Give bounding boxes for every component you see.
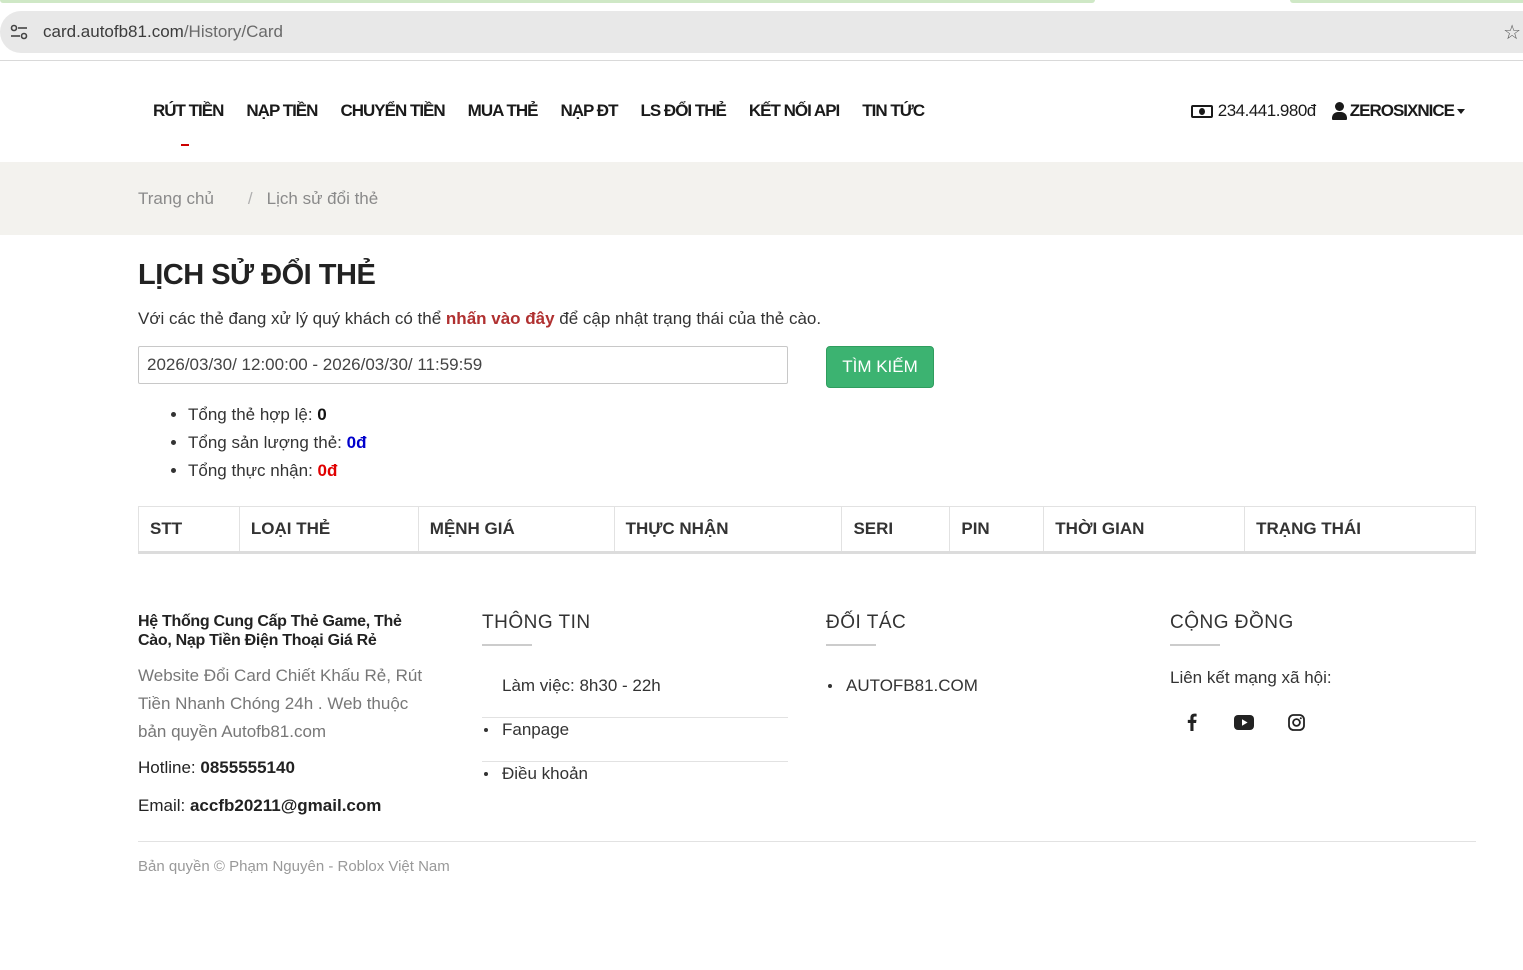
stat-label: Tổng thẻ hợp lệ: <box>188 405 318 424</box>
footer-partner-list: AUTOFB81.COM <box>826 674 1126 696</box>
address-bar[interactable]: card.autofb81.com/History/Card ☆ <box>0 11 1523 53</box>
summary-stats: Tổng thẻ hợp lệ: 0 Tổng sản lượng thẻ: 0… <box>188 405 366 489</box>
search-button[interactable]: TÌM KIẾM <box>826 346 934 388</box>
money-bill-icon <box>1190 104 1213 118</box>
nav-rut-tien[interactable]: RÚT TIỀN <box>153 101 224 121</box>
col-trang-thai[interactable]: TRẠNG THÁI <box>1244 506 1476 554</box>
footer-brand: Hệ Thống Cung Cấp Thẻ Game, Thẻ Cào, Nạp… <box>138 612 438 816</box>
nav-nap-tien[interactable]: NẠP TIỀN <box>246 101 318 121</box>
footer-link-fanpage[interactable]: Fanpage <box>482 718 788 762</box>
stat-label: Tổng thực nhận: <box>188 461 318 480</box>
url-domain: card.autofb81.com <box>43 22 184 41</box>
card-history-table: STT LOẠI THẺ MỆNH GIÁ THỰC NHẬN SERI PIN… <box>138 506 1476 554</box>
stat-net-received: Tổng thực nhận: 0đ <box>188 461 366 489</box>
balance-amount: 234.441.980đ <box>1217 101 1317 120</box>
stat-value: 0 <box>317 405 327 424</box>
email-address[interactable]: accfb20211@gmail.com <box>190 796 381 815</box>
footer-info: THÔNG TIN Làm việc: 8h30 - 22h Fanpage Đ… <box>482 612 788 806</box>
stat-valid-cards: Tổng thẻ hợp lệ: 0 <box>188 405 366 433</box>
breadcrumb-bar: Trang chủ / Lịch sử đổi thẻ <box>0 162 1523 235</box>
footer-info-hours: Làm việc: 8h30 - 22h <box>482 674 788 718</box>
hotline-label: Hotline: <box>138 758 201 777</box>
bookmark-star-icon[interactable]: ☆ <box>1503 20 1521 45</box>
footer-partner-link[interactable]: AUTOFB81.COM <box>826 674 1126 696</box>
youtube-icon[interactable] <box>1230 708 1258 736</box>
footer-link-terms[interactable]: Điều khoản <box>482 762 788 806</box>
breadcrumb: Trang chủ / Lịch sử đổi thẻ <box>138 189 378 209</box>
table-header-row: STT LOẠI THẺ MỆNH GIÁ THỰC NHẬN SERI PIN… <box>138 506 1476 554</box>
refresh-status-link[interactable]: nhấn vào đây <box>446 309 555 328</box>
footer-partner-heading: ĐỐI TÁC <box>826 612 907 633</box>
nav-chuyen-tien[interactable]: CHUYỂN TIỀN <box>340 101 445 121</box>
facebook-icon[interactable] <box>1178 708 1206 736</box>
email-label: Email: <box>138 796 190 815</box>
intro-text-after: để cập nhật trạng thái của thẻ cào. <box>554 309 822 328</box>
col-thuc-nhan[interactable]: THỰC NHẬN <box>613 506 843 554</box>
hotline-number[interactable]: 0855555140 <box>200 758 295 777</box>
breadcrumb-home[interactable]: Trang chủ <box>138 189 214 209</box>
site-settings-icon[interactable] <box>10 24 28 40</box>
social-links <box>1170 708 1476 736</box>
site-navbar: RÚT TIỀN NẠP TIỀN CHUYỂN TIỀN MUA THẺ NẠ… <box>0 61 1523 162</box>
footer-partners: ĐỐI TÁC AUTOFB81.COM <box>826 612 1126 696</box>
url-path: /History/Card <box>183 22 283 41</box>
nav-active-indicator <box>181 144 189 146</box>
intro-text: Với các thẻ đang xử lý quý khách có thể … <box>138 309 821 329</box>
user-icon <box>1331 102 1347 120</box>
nav-ls-doi-the[interactable]: LS ĐỔI THẺ <box>640 101 726 121</box>
stat-label: Tổng sản lượng thẻ: <box>188 433 347 452</box>
tab-indicator <box>1290 0 1523 3</box>
nav-nap-dt[interactable]: NẠP ĐT <box>560 101 618 121</box>
url-text[interactable]: card.autofb81.com/History/Card <box>43 22 283 42</box>
heading-underline <box>826 644 876 646</box>
nav-account-area: 234.441.980đ ZEROSIXNICE <box>1190 101 1465 121</box>
col-menh-gia[interactable]: MỆNH GIÁ <box>417 506 615 554</box>
footer-hotline: Hotline: 0855555140 <box>138 758 438 778</box>
stat-card-volume: Tổng sản lượng thẻ: 0đ <box>188 433 366 461</box>
footer-brand-name: Hệ Thống Cung Cấp Thẻ Game, Thẻ Cào, Nạp… <box>138 613 402 649</box>
social-label: Liên kết mạng xã hội: <box>1170 668 1332 687</box>
footer-community-heading: CỘNG ĐỒNG <box>1170 612 1294 633</box>
stat-value: 0đ <box>346 433 367 452</box>
heading-underline <box>1170 644 1220 646</box>
footer-community: CỘNG ĐỒNG Liên kết mạng xã hội: <box>1170 612 1476 736</box>
stat-value: 0đ <box>317 461 338 480</box>
main-menu: RÚT TIỀN NẠP TIỀN CHUYỂN TIỀN MUA THẺ NẠ… <box>153 101 947 121</box>
breadcrumb-separator: / <box>247 189 253 208</box>
tab-indicator <box>0 0 1095 3</box>
browser-tab-strip <box>0 0 1523 10</box>
balance-display: 234.441.980đ <box>1190 101 1317 121</box>
instagram-icon[interactable] <box>1282 708 1310 736</box>
footer-divider <box>138 841 1476 842</box>
col-seri[interactable]: SERI <box>841 506 951 554</box>
username: ZEROSIXNICE <box>1349 101 1455 120</box>
col-loai-the[interactable]: LOẠI THẺ <box>238 506 419 554</box>
col-pin[interactable]: PIN <box>949 506 1045 554</box>
footer-info-heading: THÔNG TIN <box>482 612 591 633</box>
nav-ket-noi-api[interactable]: KẾT NỐI API <box>749 101 840 121</box>
heading-underline <box>482 644 532 646</box>
footer-email: Email: accfb20211@gmail.com <box>138 796 438 816</box>
date-range-input[interactable] <box>138 346 788 384</box>
footer-info-list: Làm việc: 8h30 - 22h Fanpage Điều khoản <box>482 674 788 806</box>
intro-text-before: Với các thẻ đang xử lý quý khách có thể <box>138 309 446 328</box>
copyright-text: Bản quyền © Phạm Nguyên - Roblox Việt Na… <box>138 858 450 875</box>
nav-mua-the[interactable]: MUA THẺ <box>468 101 539 121</box>
footer-brand-description: Website Đổi Card Chiết Khấu Rẻ, Rút Tiền… <box>138 666 423 741</box>
user-dropdown[interactable]: ZEROSIXNICE <box>1331 101 1465 121</box>
page-title: LỊCH SỬ ĐỔI THẺ <box>138 259 376 291</box>
chevron-down-icon <box>1457 108 1465 114</box>
breadcrumb-current: Lịch sử đổi thẻ <box>266 189 379 208</box>
col-stt[interactable]: STT <box>138 506 240 554</box>
col-thoi-gian[interactable]: THỜI GIAN <box>1043 506 1246 554</box>
nav-tin-tuc[interactable]: TIN TỨC <box>862 101 925 121</box>
